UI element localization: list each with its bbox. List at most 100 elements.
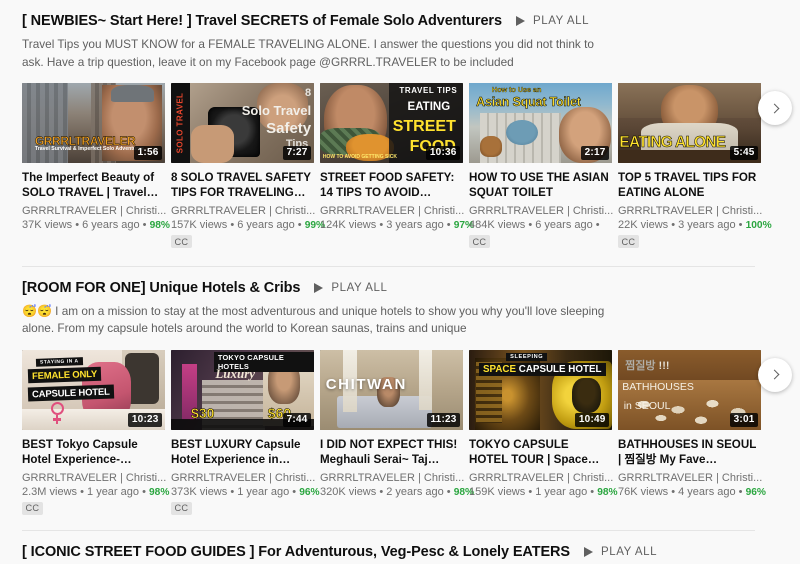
next-arrow-button[interactable]: [758, 357, 792, 392]
channel-name: GRRRLTRAVELER | Christi...: [469, 471, 614, 484]
channel-row[interactable]: GRRRLTRAVELER | Christi...: [469, 205, 615, 217]
video-title[interactable]: The Imperfect Beauty of SOLO TRAVEL | Tr…: [22, 170, 168, 200]
channel-name: GRRRLTRAVELER | Christi...: [22, 471, 167, 484]
thumb-overlay-title: GRRRLTRAVELER: [34, 134, 136, 148]
thumb-overlay-title: EATING ALONE: [619, 133, 726, 151]
thumb-overlay-l2: BATHHOUSES: [622, 380, 694, 393]
video-row: GRRRLTRAVELER Travel Survival & Imperfec…: [0, 71, 800, 250]
video-card[interactable]: CHITWAN 11:23 I DID NOT EXPECT THIS! Meg…: [320, 349, 474, 517]
video-thumbnail[interactable]: 찜질방 !!! BATHHOUSES in SEOUL 3:01: [618, 349, 761, 430]
video-card[interactable]: 찜질방 !!! BATHHOUSES in SEOUL 3:01 BATHHOU…: [618, 349, 766, 517]
view-count: 22K views: [618, 219, 669, 231]
view-count: 2.3M views: [22, 485, 78, 498]
meta-dot: •: [142, 485, 149, 498]
female-symbol-icon: [50, 402, 64, 425]
video-card[interactable]: SOLO TRAVEL 8 Solo Travel Safety Tips 7:…: [171, 83, 325, 250]
shelf-title[interactable]: [ NEWBIES~ Start Here! ] Travel SECRETS …: [22, 13, 502, 29]
video-card[interactable]: SLEEPING SPACE CAPSULE HOTEL 10:49 TOKYO…: [469, 349, 618, 517]
video-card[interactable]: STAYING IN A FEMALE ONLY CAPSULE HOTEL 1…: [22, 349, 169, 517]
video-card[interactable]: How to Use an Asian Squat Toilet 2:17 HO…: [469, 83, 615, 250]
cc-badge: CC: [171, 501, 192, 515]
view-count: 157K views: [171, 219, 228, 231]
like-percent: 96%: [745, 486, 766, 498]
thumb-overlay-foot: HOW TO AVOID GETTING SICK: [322, 153, 397, 160]
channel-row[interactable]: GRRRLTRAVELER | Christi...: [22, 472, 168, 484]
thumb-overlay-l1: 8: [305, 86, 312, 99]
video-thumbnail[interactable]: TOKYO CAPSULE HOTELS Luxury $30 $60 7:44: [171, 349, 314, 430]
next-arrow-button[interactable]: [758, 91, 792, 125]
chevron-right-icon: [769, 103, 779, 113]
like-percent: 100%: [745, 220, 772, 231]
play-all-label: PLAY ALL: [601, 546, 658, 558]
thumb-overlay-sub: Travel Survival & Imperfect Solo Adventu…: [34, 146, 144, 153]
thumb-overlay-tag: SLEEPING: [506, 352, 548, 361]
youtube-playlists-page: [ NEWBIES~ Start Here! ] Travel SECRETS …: [0, 0, 800, 564]
thumb-overlay-price1: $30: [191, 404, 215, 421]
channel-row[interactable]: GRRRLTRAVELER | Christi...: [618, 205, 764, 217]
channel-row[interactable]: GRRRLTRAVELER | Christi...: [320, 472, 466, 484]
chevron-right-icon: [769, 369, 779, 380]
shelf-title[interactable]: [ROOM FOR ONE] Unique Hotels & Cribs: [22, 280, 300, 296]
play-all-button[interactable]: PLAY ALL: [515, 15, 590, 27]
view-count: 124K views: [320, 219, 377, 231]
playlist-shelf-newbies: [ NEWBIES~ Start Here! ] Travel SECRETS …: [0, 0, 800, 250]
thumb-overlay-tag: TRAVEL TIPS: [399, 86, 458, 95]
video-thumbnail[interactable]: CHITWAN 11:23: [320, 349, 463, 430]
shelf-description: Travel Tips you MUST KNOW for a FEMALE T…: [22, 37, 594, 69]
channel-name: GRRRLTRAVELER | Christi...: [320, 471, 465, 484]
video-title[interactable]: HOW TO USE THE ASIAN SQUAT TOILET: [469, 170, 615, 200]
channel-row[interactable]: GRRRLTRAVELER | Christi...: [469, 472, 615, 484]
channel-row[interactable]: GRRRLTRAVELER | Christi...: [22, 205, 168, 217]
play-icon: [515, 16, 525, 26]
channel-name: GRRRLTRAVELER | Christi...: [469, 205, 614, 217]
upload-age: 6 years ago: [82, 219, 140, 231]
shelf-title[interactable]: [ ICONIC STREET FOOD GUIDES ] For Advent…: [22, 544, 570, 560]
duration-badge: 5:45: [730, 146, 758, 160]
upload-age: 1 year ago: [535, 485, 588, 498]
play-all-label: PLAY ALL: [532, 15, 590, 27]
playlist-shelf-street-food: [ ICONIC STREET FOOD GUIDES ] For Advent…: [0, 530, 800, 564]
video-title[interactable]: BEST LUXURY Capsule Hotel Experience in …: [171, 437, 317, 467]
video-title[interactable]: TOKYO CAPSULE HOTEL TOUR | Space Capsule…: [469, 437, 615, 467]
thumb-overlay-l2: STREET: [392, 118, 456, 135]
channel-row[interactable]: GRRRLTRAVELER | Christi...: [171, 472, 317, 484]
meta-dot: •: [738, 219, 746, 231]
video-thumbnail[interactable]: How to Use an Asian Squat Toilet 2:17: [469, 83, 612, 163]
channel-row[interactable]: GRRRLTRAVELER | Christi...: [320, 205, 466, 217]
like-percent: 98%: [149, 220, 170, 231]
shelf-header: [ NEWBIES~ Start Here! ] Travel SECRETS …: [0, 0, 800, 29]
video-meta: 320K views • 2 years ago • 98%: [320, 486, 474, 498]
play-all-button[interactable]: PLAY ALL: [314, 282, 387, 294]
duration-badge: 11:23: [426, 412, 460, 427]
video-thumbnail[interactable]: TRAVEL TIPS EATING STREET FOOD HOW TO AV…: [320, 83, 463, 163]
video-title[interactable]: 8 SOLO TRAVEL SAFETY TIPS FOR TRAVELING …: [171, 170, 317, 200]
video-thumbnail[interactable]: SLEEPING SPACE CAPSULE HOTEL 10:49: [469, 349, 612, 430]
video-thumbnail[interactable]: GRRRLTRAVELER Travel Survival & Imperfec…: [22, 83, 165, 163]
channel-row[interactable]: GRRRLTRAVELER | Christi...: [171, 205, 317, 217]
video-card[interactable]: EATING ALONE 5:45 TOP 5 TRAVEL TIPS FOR …: [618, 83, 772, 250]
video-card[interactable]: TOKYO CAPSULE HOTELS Luxury $30 $60 7:44…: [171, 349, 320, 517]
thumb-overlay-main: SPACE CAPSULE HOTEL: [479, 363, 606, 377]
video-title[interactable]: BATHHOUSES IN SEOUL | 찜질방 My Fave JJIMJI…: [618, 437, 764, 467]
video-thumbnail[interactable]: EATING ALONE 5:45: [618, 83, 761, 163]
video-card[interactable]: TRAVEL TIPS EATING STREET FOOD HOW TO AV…: [320, 83, 474, 250]
thumb-overlay-title: CHITWAN: [325, 375, 407, 393]
duration-badge: 10:36: [426, 146, 460, 160]
channel-name: GRRRLTRAVELER | Christi...: [171, 205, 316, 217]
upload-age: 6 years ago: [535, 219, 593, 231]
thumb-overlay-l2: Asian Squat Toilet: [476, 94, 581, 109]
meta-dot: •: [738, 485, 746, 498]
video-card[interactable]: GRRRLTRAVELER Travel Survival & Imperfec…: [22, 83, 170, 250]
video-thumbnail[interactable]: STAYING IN A FEMALE ONLY CAPSULE HOTEL 1…: [22, 349, 165, 430]
shelf-header: [ ICONIC STREET FOOD GUIDES ] For Advent…: [0, 531, 800, 560]
video-title[interactable]: TOP 5 TRAVEL TIPS FOR EATING ALONE: [618, 170, 764, 200]
shelf-description: 😴😴 I am on a mission to stay at the most…: [0, 296, 640, 338]
channel-row[interactable]: GRRRLTRAVELER | Christi...: [618, 472, 764, 484]
video-title[interactable]: STREET FOOD SAFETY: 14 TIPS TO AVOID GET…: [320, 170, 466, 200]
duration-badge: 1:56: [134, 146, 162, 160]
play-all-button[interactable]: PLAY ALL: [584, 546, 657, 558]
video-thumbnail[interactable]: SOLO TRAVEL 8 Solo Travel Safety Tips 7:…: [171, 83, 314, 163]
video-title[interactable]: I DID NOT EXPECT THIS! Meghauli Serai~ T…: [320, 437, 466, 467]
video-title[interactable]: BEST Tokyo Capsule Hotel Experience- FEM…: [22, 437, 168, 467]
video-meta: 22K views • 3 years ago • 100%: [618, 219, 772, 231]
